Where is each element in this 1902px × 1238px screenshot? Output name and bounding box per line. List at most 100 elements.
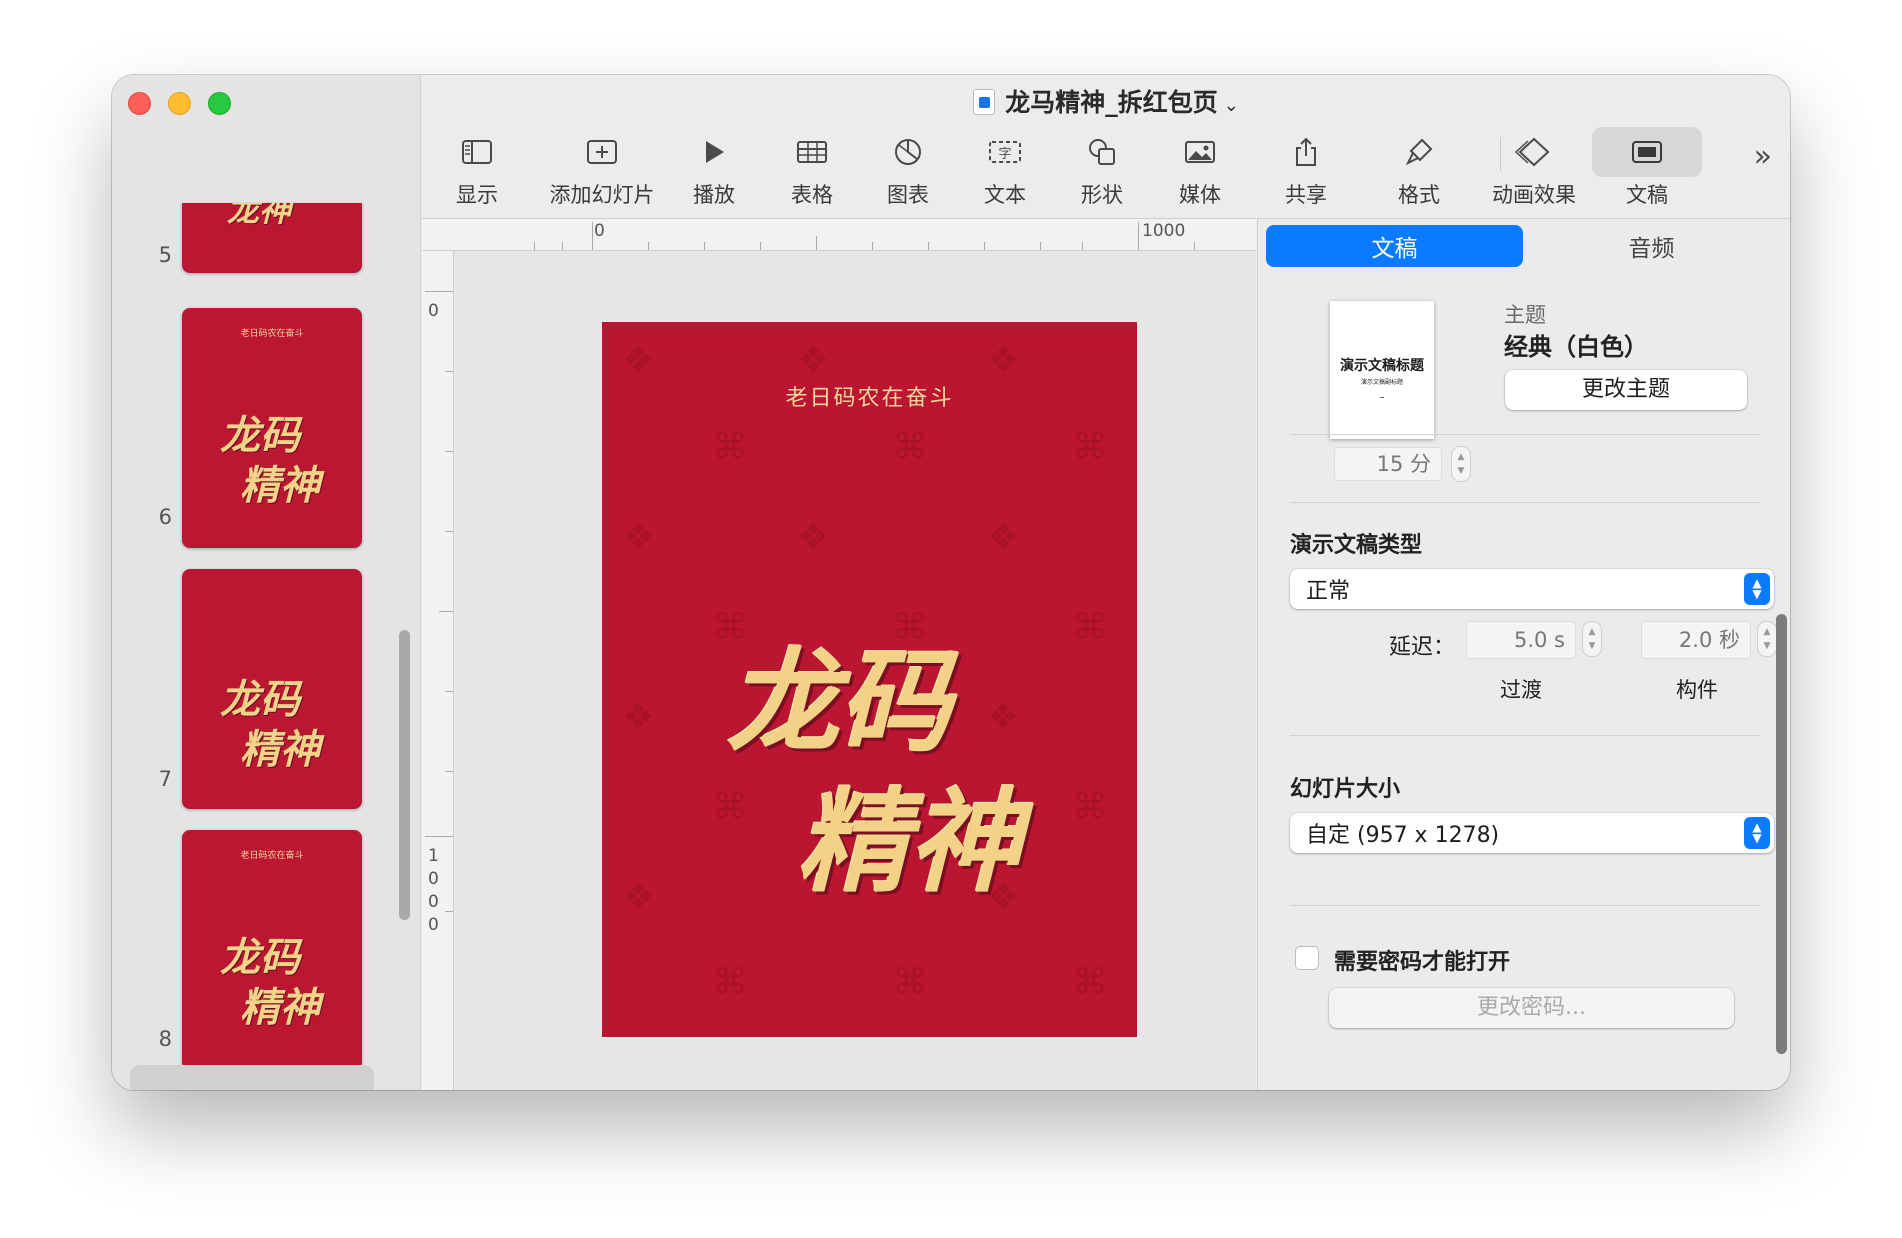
theme-name: 经典（白色） xyxy=(1504,333,1648,361)
require-password-label: 需要密码才能打开 xyxy=(1334,950,1511,975)
minimize-button[interactable] xyxy=(168,92,191,115)
slide-subtitle[interactable]: 老日码农在奋斗 xyxy=(602,380,1137,412)
horizontal-ruler: 0 1000 xyxy=(422,219,1256,251)
thumb-title-line2: 精神 xyxy=(240,984,320,1031)
toolbar-media-button[interactable]: 媒体 xyxy=(1140,127,1260,209)
transition-delay-field[interactable]: 5.0 s xyxy=(1466,621,1576,659)
thumb-subtitle: 老日码农在奋斗 xyxy=(240,851,304,861)
ruler-label: 1000 xyxy=(1142,221,1186,241)
thumb-subtitle: 老日码农在奋斗 xyxy=(240,329,304,339)
toolbar-add-slide-button[interactable]: 添加幻灯片 xyxy=(542,127,662,209)
toolbar-format-button[interactable]: 格式 xyxy=(1359,127,1479,209)
vertical-ruler: 0 1 0 0 0 xyxy=(422,251,454,1090)
window-title[interactable]: 龙马精神_拆红包页 ⌄ xyxy=(422,83,1790,119)
zoom-button[interactable] xyxy=(208,92,231,115)
animate-icon xyxy=(1514,127,1554,177)
slide-thumbnail-8[interactable]: 老日码农在奋斗 龙码 精神 xyxy=(182,830,362,1070)
toolbar-view-button[interactable]: 显示 xyxy=(417,127,537,209)
toolbar-share-button[interactable]: 共享 xyxy=(1246,127,1366,209)
share-icon xyxy=(1293,127,1319,177)
presentation-type-label: 演示文稿类型 xyxy=(1290,533,1423,558)
ruler-label: 1 xyxy=(428,846,439,866)
slide-thumbnail-5[interactable]: 龙神 xyxy=(182,203,362,273)
slide-number: 8 xyxy=(158,1027,172,1051)
main-area: 龙马精神_拆红包页 ⌄ 显示 添加幻灯片 播放 表格 图表 字 文本 形状 媒体… xyxy=(422,75,1790,1090)
toolbar-label: 文稿 xyxy=(1626,183,1668,207)
format-brush-icon xyxy=(1404,127,1434,177)
transition-delay-stepper[interactable]: ▲ ▼ xyxy=(1582,621,1602,657)
slide-size-select[interactable]: 自定 (957 x 1278) ▲ ▼ xyxy=(1290,813,1774,853)
slide-number: 6 xyxy=(158,505,172,529)
keynote-document-icon xyxy=(973,89,996,115)
theme-thumb-title: 演示文稿标题 xyxy=(1340,358,1424,374)
toolbar-label: 显示 xyxy=(456,183,498,207)
toolbar-label: 动画效果 xyxy=(1492,183,1576,207)
ruler-label: 0 xyxy=(428,301,439,321)
toolbar-document-button[interactable]: 文稿 xyxy=(1587,127,1707,209)
tab-document[interactable]: 文稿 xyxy=(1266,225,1523,267)
change-theme-button[interactable]: 更改主题 xyxy=(1505,370,1747,410)
slide-number: 7 xyxy=(158,767,172,791)
ruler-label: 0 xyxy=(428,869,439,889)
toolbar-label: 共享 xyxy=(1285,183,1327,207)
change-password-button[interactable]: 更改密码... xyxy=(1329,988,1734,1028)
divider xyxy=(1290,735,1760,736)
transition-label: 过渡 xyxy=(1500,678,1542,702)
inspector-tabs: 文稿 音频 xyxy=(1266,225,1780,267)
build-delay-stepper[interactable]: ▲ ▼ xyxy=(1757,621,1777,657)
slide-size-value: 自定 (957 x 1278) xyxy=(1306,823,1500,848)
ruler-label: 0 xyxy=(428,892,439,912)
current-slide[interactable]: ❖ ❖ ❖ ⌘ ⌘ ⌘ ❖ ❖ ❖ ⌘ ⌘ ⌘ ❖ ❖ ⌘ ⌘ ❖ ❖ ⌘ ⌘ xyxy=(602,322,1137,1037)
toolbar-label: 格式 xyxy=(1398,183,1440,207)
keynote-window: 龙神 5 老日码农在奋斗 龙码 精神 6 龙码 精神 7 老日码农在奋斗 龙码 … xyxy=(112,75,1790,1090)
slide-size-label: 幻灯片大小 xyxy=(1290,777,1401,802)
sidebar-scrollbar[interactable] xyxy=(399,630,410,920)
slide-thumbnail-6[interactable]: 老日码农在奋斗 龙码 精神 xyxy=(182,308,362,548)
slide-title-line2[interactable]: 精神 xyxy=(797,752,1021,914)
duration-field[interactable]: 15 分 xyxy=(1334,447,1442,481)
toolbar-label: 表格 xyxy=(791,183,833,207)
slide-thumbnail-7[interactable]: 龙码 精神 xyxy=(182,569,362,809)
tab-audio[interactable]: 音频 xyxy=(1523,225,1780,267)
require-password-checkbox[interactable] xyxy=(1295,946,1319,970)
svg-text:字: 字 xyxy=(998,147,1011,162)
toolbar-animate-button[interactable]: 动画效果 xyxy=(1474,127,1594,209)
divider xyxy=(1290,434,1760,435)
toolbar-label: 播放 xyxy=(693,183,735,207)
theme-label: 主题 xyxy=(1504,303,1546,327)
document-title: 龙马精神_拆红包页 xyxy=(1005,88,1218,117)
ruler-label: 0 xyxy=(428,915,439,935)
ruler-label: 0 xyxy=(594,221,605,241)
delay-label: 延迟： xyxy=(1389,635,1456,660)
close-button[interactable] xyxy=(128,92,151,115)
selected-slide-row[interactable] xyxy=(130,1065,374,1090)
toolbar-label: 添加幻灯片 xyxy=(549,183,655,207)
toolbar: 显示 添加幻灯片 播放 表格 图表 字 文本 形状 媒体 共享 格式 动画效果 … xyxy=(422,127,1790,217)
toolbar-overflow-icon[interactable]: » xyxy=(1754,139,1772,174)
toolbar-label: 文本 xyxy=(984,183,1026,207)
divider xyxy=(1290,905,1760,906)
slide-number: 5 xyxy=(158,243,172,267)
play-icon xyxy=(702,127,726,177)
duration-stepper[interactable]: ▲ ▼ xyxy=(1451,446,1471,482)
toolbar-label: 形状 xyxy=(1081,183,1123,207)
slide-navigator: 龙神 5 老日码农在奋斗 龙码 精神 6 龙码 精神 7 老日码农在奋斗 龙码 … xyxy=(112,75,421,1090)
chevron-up-down-icon: ▲ ▼ xyxy=(1744,817,1770,849)
table-icon xyxy=(796,127,828,177)
chart-icon xyxy=(893,127,923,177)
build-delay-field[interactable]: 2.0 秒 xyxy=(1641,621,1751,659)
document-icon xyxy=(1592,127,1702,177)
inspector-scrollbar[interactable] xyxy=(1776,614,1787,1054)
divider xyxy=(1290,502,1760,503)
slide-title-line1[interactable]: 龙码 xyxy=(727,612,951,774)
presentation-type-value: 正常 xyxy=(1306,579,1351,604)
theme-thumbnail[interactable]: 演示文稿标题 演示文稿副标题 – xyxy=(1330,301,1434,439)
media-icon xyxy=(1184,127,1216,177)
build-label: 构件 xyxy=(1676,678,1718,702)
theme-thumb-subtitle: 演示文稿副标题 xyxy=(1360,379,1403,386)
toolbar-label: 媒体 xyxy=(1179,183,1221,207)
document-inspector: 文稿 音频 演示文稿标题 演示文稿副标题 – 主题 经典（白色） 更改主题 15… xyxy=(1257,218,1790,1090)
toolbar-label: 图表 xyxy=(887,183,929,207)
presentation-type-select[interactable]: 正常 ▲ ▼ xyxy=(1290,569,1774,609)
chevron-down-icon[interactable]: ⌄ xyxy=(1224,95,1239,116)
